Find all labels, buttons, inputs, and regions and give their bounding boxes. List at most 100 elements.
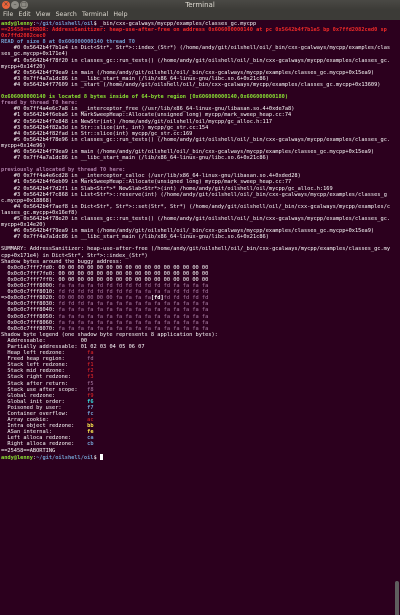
terminal-text: previously allocated by thread T0 here: — [1, 167, 126, 174]
terminal-text: #2 0x5642b4f7d2f1 in Slab<Str*>* NewSlab… — [1, 185, 333, 192]
terminal-text: #4 0x5642b4f7aef8 in Dict<Str*, Str*>::s… — [1, 203, 391, 216]
terminal-text: #1 0x5642b4f78f20 in classes_gc::run_tes… — [1, 57, 391, 70]
terminal-text: fa fa fa fa fa fa fa fa fa fa fa fa fa f… — [58, 307, 209, 314]
scrollbar[interactable] — [394, 21, 400, 615]
terminal-text: Stack right redzone: — [1, 374, 88, 381]
terminal-text: 0x0c0c7fff7fd0: 00 00 00 00 00 00 00 00 … — [1, 264, 209, 271]
terminal-text: #1 0x5642b4f6eba5 in MarkSweepHeap::Allo… — [1, 112, 292, 119]
terminal-text: andy@lenny — [1, 21, 33, 27]
menu-file[interactable]: File — [0, 10, 16, 20]
terminal-text: #3 0x5642b4f82a3d in Str::slice(int, int… — [1, 124, 209, 131]
menu-view[interactable]: View — [33, 10, 53, 20]
terminal-text: f6 — [87, 398, 94, 405]
terminal-output[interactable]: andy@lenny:~/git/oilshell/oil$ _bin/cxx-… — [1, 21, 393, 615]
terminal-text: f7 — [87, 404, 94, 411]
terminal-text: cb — [87, 441, 94, 448]
minimize-icon[interactable]: – — [11, 1, 19, 9]
terminal-text: f3 — [87, 374, 94, 381]
terminal-text: #4 0x5642b4f82fad in Str::slice(int) myc… — [1, 130, 193, 137]
terminal-text: Heap left redzone: — [1, 350, 88, 357]
terminal-line: andy@lenny:~/git/oilshell/oil$ — [1, 453, 393, 461]
terminal-window: × – □ Terminal File Edit View Search Termina… — [0, 0, 400, 615]
terminal-text: f9 — [87, 392, 94, 399]
terminal-text: #1 0x5642b4f6eb09 in MarkSweepHeap::Allo… — [1, 179, 292, 186]
terminal-line: #5 0x5642b4f78e20 in classes_gc::run_tes… — [1, 216, 393, 228]
terminal-text: fa fa fa fa fd fd fd fd fd fd fd fd fa f… — [58, 283, 209, 290]
terminal-text: 0x606000000140 is located 8 bytes inside… — [1, 94, 289, 101]
terminal-text: 0x0c0c7fff8040: — [1, 307, 59, 314]
scrollbar-thumb[interactable] — [395, 581, 399, 615]
terminal-text: Stack use after scope: — [1, 386, 88, 393]
menu-edit[interactable]: Edit — [16, 10, 33, 20]
terminal-text: Stack mid redzone: — [1, 368, 88, 375]
terminal-text: Global init order: — [1, 398, 88, 405]
terminal-text: ca — [87, 435, 94, 442]
terminal-text: 0x0c0c7fff8030: — [1, 301, 59, 308]
terminal-text: Container overflow: — [1, 411, 88, 417]
terminal-text: Shadow byte legend (one shadow byte repr… — [1, 331, 218, 338]
terminal-text: 0x0c0c7fff8010: — [1, 289, 59, 296]
terminal-text: Partially addressable: 01 02 03 04 05 06… — [1, 343, 145, 350]
terminal-text: :~/git/oilshell/oil$ _bin/cxx-gcalways/m… — [32, 21, 257, 27]
terminal-text: ==25458==ERROR: AddressSanitizer: heap-u… — [1, 27, 391, 40]
terminal-text: Stack left redzone: — [1, 362, 88, 369]
maximize-icon[interactable]: □ — [20, 1, 28, 9]
terminal-text: #6 0x5642b4f79ea9 in main (/home/andy/gi… — [1, 148, 375, 155]
terminal-text: ==25458==ABORTING — [1, 447, 56, 454]
terminal-text: fe — [87, 429, 94, 436]
terminal-text: #3 0x7ff4a7a1dc86 in __libc_start_main (… — [1, 75, 269, 82]
terminal-text: Freed heap region: — [1, 356, 88, 363]
menu-terminal[interactable]: Terminal — [79, 10, 110, 20]
menu-help[interactable]: Help — [111, 10, 130, 20]
terminal-text: [fd] — [150, 295, 164, 302]
terminal-text: f2 — [87, 368, 94, 375]
terminal-text: Left alloca redzone: — [1, 435, 88, 442]
terminal-line: #4 0x5642b4f7aef8 in Dict<Str*, Str*>::s… — [1, 204, 393, 216]
close-icon[interactable]: × — [2, 1, 10, 9]
terminal-text: freed by thread T0 here: — [1, 100, 78, 107]
terminal-line: SUMMARY: AddressSanitizer: heap-use-afte… — [1, 246, 393, 258]
terminal-text: #7 0x7ff4a7a1dc86 in __libc_start_main (… — [1, 234, 269, 241]
terminal-text: #2 0x5642b4f79ea9 in main (/home/andy/gi… — [1, 69, 375, 76]
terminal-text: #5 0x5642b4f78e20 in classes_gc::run_tes… — [1, 216, 391, 229]
terminal-text: =>0x0c0c7fff8020: — [1, 295, 59, 302]
terminal-text: #2 0x5642b4f7e848 in NewStr(int) /home/a… — [1, 118, 273, 125]
terminal-text: fa fa fa fa fa fa fa fa fa fa fa fa fa f… — [58, 325, 209, 332]
terminal-text: f5 — [87, 380, 94, 387]
terminal-text: 0x0c0c7fff8070: — [1, 325, 59, 332]
terminal-text: fa — [87, 350, 94, 357]
terminal-line: #1 0x5642b4f78f20 in classes_gc::run_tes… — [1, 58, 393, 70]
terminal-text: fc — [87, 411, 94, 417]
terminal-text: ac — [87, 417, 94, 424]
terminal-text: #3 0x5642b4f7c868 in List<Str*>::reserve… — [1, 191, 387, 204]
terminal-text: fa fa fa fa fa fa fa fa fa fa fa fa fa f… — [58, 319, 209, 326]
terminal-text: Shadow bytes around the buggy address: — [1, 258, 123, 265]
terminal-line: ==25458==ERROR: AddressSanitizer: heap-u… — [1, 27, 393, 39]
title-bar: × – □ Terminal — [0, 0, 400, 10]
terminal-text: 0x0c0c7fff8000: — [1, 283, 59, 290]
terminal-text: Intra object redzone: — [1, 423, 88, 430]
menu-bar: File Edit View Search Terminal Help — [0, 10, 400, 20]
menu-search[interactable]: Search — [53, 10, 79, 20]
terminal-text: 0x0c0c7fff8060: — [1, 319, 59, 326]
terminal-line: #0 0x5642b4f7b1e4 in Dict<Str*, Str*>::i… — [1, 45, 393, 57]
terminal-text: ASan internal: — [1, 429, 88, 436]
terminal-text: Addressable: 00 — [1, 337, 88, 344]
terminal-text: #0 0x7ff4a4e6cd28 in __interceptor_callo… — [1, 173, 301, 180]
window-title: Terminal — [185, 1, 215, 9]
terminal-text: Right alloca redzone: — [1, 441, 88, 448]
terminal-text: bb — [87, 423, 94, 430]
terminal-text: 0x0c0c7fff7fe0: 00 00 00 00 00 00 00 00 … — [1, 270, 209, 277]
terminal-text: 00 00 00 00 00 00 fa fa fa fa — [58, 295, 151, 302]
terminal-text: Poisoned by user: — [1, 404, 88, 411]
terminal-text: #7 0x7ff4a7a1dc86 in __libc_start_main (… — [1, 155, 269, 162]
terminal-text: #0 0x7ff4a4e6c7a8 in __interceptor_free … — [1, 106, 295, 113]
terminal-text: #0 0x5642b4f7b1e4 in Dict<Str*, Str*>::i… — [1, 45, 391, 58]
terminal-text: 0x0c0c7fff8050: — [1, 313, 59, 320]
terminal-text: fd fd fd fa fa fa fa fa fa fa fa fa fa f… — [58, 301, 209, 308]
terminal-line: #4 0x5642b4f77609 in _start (/home/andy/… — [1, 82, 393, 88]
terminal-text: SUMMARY: AddressSanitizer: heap-use-afte… — [1, 246, 391, 259]
terminal-text: fd fd fd fd fd fd fd fd fa fa fa fa fd f… — [58, 289, 209, 296]
cursor — [99, 453, 103, 460]
terminal-text: fd fd fd fd fd — [163, 295, 209, 302]
